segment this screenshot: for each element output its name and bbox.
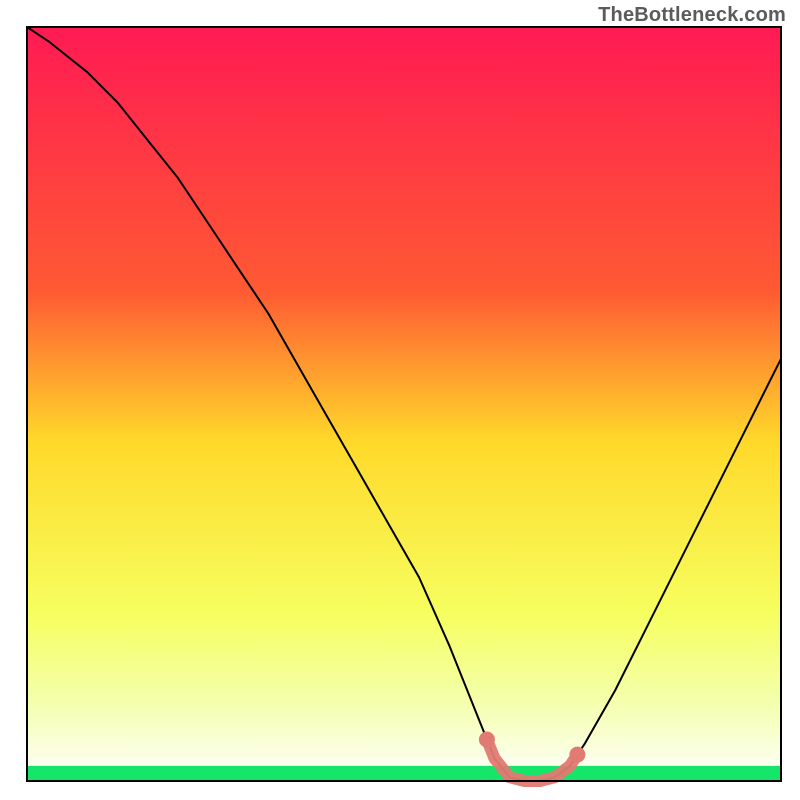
sweet-spot-endpoint <box>479 732 495 748</box>
bottleneck-chart <box>0 0 800 800</box>
green-band <box>27 766 781 781</box>
watermark-label: TheBottleneck.com <box>598 4 786 27</box>
sweet-spot-endpoint <box>569 747 585 763</box>
heat-gradient <box>27 27 781 781</box>
